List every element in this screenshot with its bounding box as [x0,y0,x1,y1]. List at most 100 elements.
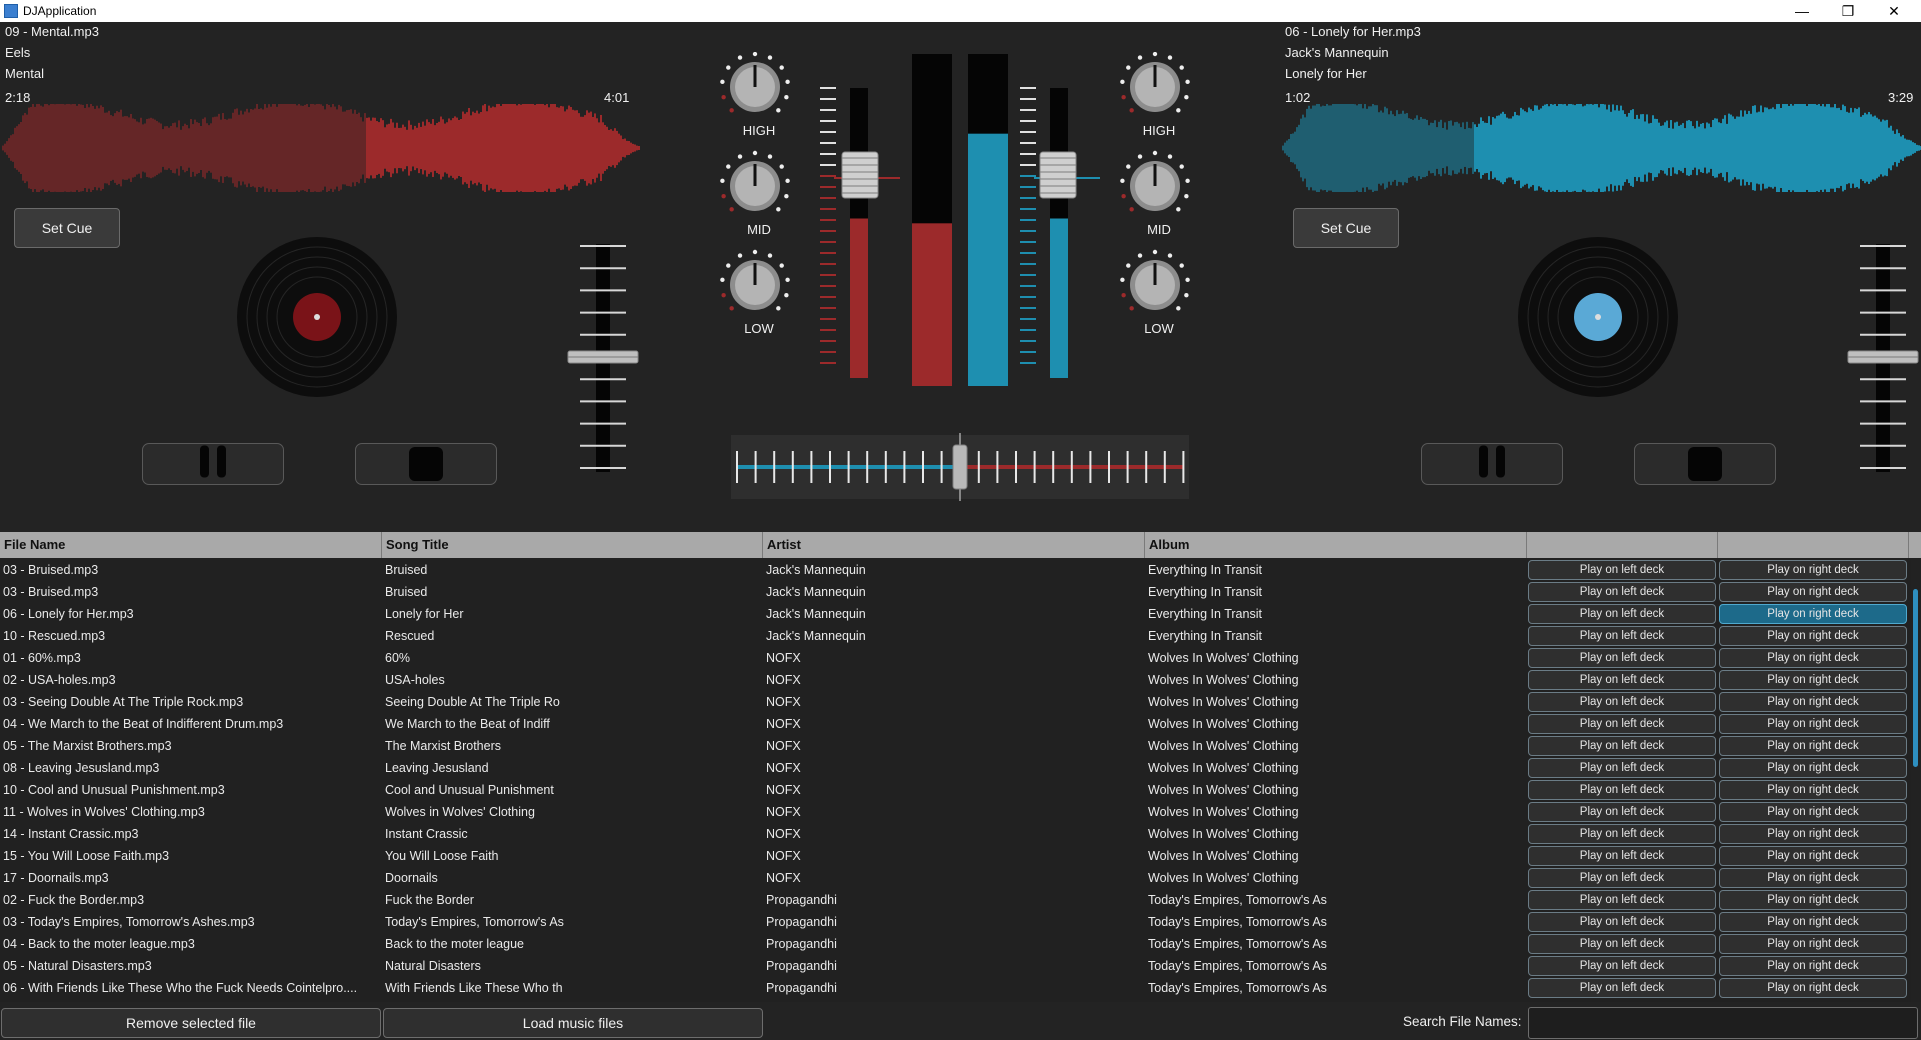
play-on-left-deck-button[interactable]: Play on left deck [1528,824,1716,844]
channel-faders-and-meters[interactable] [810,52,1110,397]
table-row[interactable]: 04 - Back to the moter league.mp3 Back to… [0,933,1910,955]
cell-song-title: Instant Crassic [385,827,468,841]
table-row[interactable]: 08 - Leaving Jesusland.mp3 Leaving Jesusl… [0,757,1910,779]
left-eq-knobs[interactable] [715,52,795,332]
play-on-right-deck-button[interactable]: Play on right deck [1719,934,1907,954]
right-stop-button[interactable] [1634,443,1776,485]
load-music-files-button[interactable]: Load music files [383,1008,763,1038]
play-on-left-deck-button[interactable]: Play on left deck [1528,978,1716,998]
column-header-artist[interactable]: Artist [763,532,1145,558]
table-row[interactable]: 10 - Cool and Unusual Punishment.mp3 Cool… [0,779,1910,801]
left-pause-button[interactable] [142,443,284,485]
minimize-button[interactable]: — [1779,1,1825,21]
play-on-left-deck-button[interactable]: Play on left deck [1528,648,1716,668]
play-on-left-deck-button[interactable]: Play on left deck [1528,626,1716,646]
play-on-left-deck-button[interactable]: Play on left deck [1528,912,1716,932]
table-row[interactable]: 05 - The Marxist Brothers.mp3 The Marxist… [0,735,1910,757]
right-pitch-slider[interactable] [1846,240,1920,476]
play-on-right-deck-button[interactable]: Play on right deck [1719,560,1907,580]
column-header-right-deck[interactable] [1718,532,1909,558]
table-row[interactable]: 03 - Bruised.mp3 Bruised Jack's Mannequin E… [0,581,1910,603]
remove-selected-file-button[interactable]: Remove selected file [1,1008,381,1038]
left-stop-button[interactable] [355,443,497,485]
column-header-song-title[interactable]: Song Title [382,532,763,558]
play-on-right-deck-button[interactable]: Play on right deck [1719,912,1907,932]
table-row[interactable]: 15 - You Will Loose Faith.mp3 You Will Lo… [0,845,1910,867]
table-row[interactable]: 10 - Rescued.mp3 Rescued Jack's Mannequin E… [0,625,1910,647]
play-on-left-deck-button[interactable]: Play on left deck [1528,560,1716,580]
play-on-right-deck-button[interactable]: Play on right deck [1719,692,1907,712]
table-row[interactable]: 02 - Fuck the Border.mp3 Fuck the Border P… [0,889,1910,911]
search-file-names-input[interactable] [1528,1007,1918,1039]
table-row[interactable]: 06 - Lonely for Her.mp3 Lonely for Her Jac… [0,603,1910,625]
play-on-left-deck-button[interactable]: Play on left deck [1528,692,1716,712]
play-on-right-deck-button[interactable]: Play on right deck [1719,582,1907,602]
pause-icon [1475,445,1509,483]
crossfader[interactable] [731,433,1189,501]
cell-album: Wolves In Wolves' Clothing [1148,739,1299,753]
table-row[interactable]: 11 - Wolves in Wolves' Clothing.mp3 Wolve… [0,801,1910,823]
play-on-right-deck-button[interactable]: Play on right deck [1719,714,1907,734]
play-on-left-deck-button[interactable]: Play on left deck [1528,714,1716,734]
table-row[interactable]: 03 - Bruised.mp3 Bruised Jack's Mannequin E… [0,559,1910,581]
play-on-right-deck-button[interactable]: Play on right deck [1719,648,1907,668]
left-set-cue-button[interactable]: Set Cue [14,208,120,248]
play-on-left-deck-button[interactable]: Play on left deck [1528,780,1716,800]
play-on-right-deck-button[interactable]: Play on right deck [1719,868,1907,888]
table-row[interactable]: 06 - With Friends Like These Who the Fuc… [0,977,1910,999]
right-vinyl-turntable[interactable] [1516,235,1680,399]
cell-file-name: 17 - Doornails.mp3 [3,871,109,885]
play-on-right-deck-button[interactable]: Play on right deck [1719,846,1907,866]
play-on-left-deck-button[interactable]: Play on left deck [1528,582,1716,602]
table-row[interactable]: 02 - USA-holes.mp3 USA-holes NOFX Wolves In… [0,669,1910,691]
play-on-left-deck-button[interactable]: Play on left deck [1528,934,1716,954]
right-set-cue-button[interactable]: Set Cue [1293,208,1399,248]
play-on-right-deck-button[interactable]: Play on right deck [1719,604,1907,624]
play-on-right-deck-button[interactable]: Play on right deck [1719,758,1907,778]
play-on-left-deck-button[interactable]: Play on left deck [1528,956,1716,976]
cell-file-name: 03 - Seeing Double At The Triple Rock.mp… [3,695,244,709]
play-on-right-deck-button[interactable]: Play on right deck [1719,670,1907,690]
column-header-album[interactable]: Album [1145,532,1527,558]
play-on-left-deck-button[interactable]: Play on left deck [1528,604,1716,624]
column-header-file-name[interactable]: File Name [0,532,382,558]
left-vinyl-turntable[interactable] [235,235,399,399]
table-row[interactable]: 01 - 60%.mp3 60% NOFX Wolves In Wolves' Clo… [0,647,1910,669]
cell-file-name: 06 - With Friends Like These Who the Fuc… [3,981,358,995]
table-scrollbar[interactable] [1911,559,1921,1002]
play-on-right-deck-button[interactable]: Play on right deck [1719,736,1907,756]
play-on-left-deck-button[interactable]: Play on left deck [1528,868,1716,888]
cell-artist: Jack's Mannequin [766,563,866,577]
play-on-right-deck-button[interactable]: Play on right deck [1719,780,1907,800]
play-on-left-deck-button[interactable]: Play on left deck [1528,890,1716,910]
scrollbar-thumb[interactable] [1913,589,1918,767]
table-row[interactable]: 14 - Instant Crassic.mp3 Instant Crassic N… [0,823,1910,845]
cell-artist: Propagandhi [766,981,837,995]
close-button[interactable]: ✕ [1871,1,1917,21]
cell-song-title: USA-holes [385,673,445,687]
play-on-right-deck-button[interactable]: Play on right deck [1719,956,1907,976]
right-pause-button[interactable] [1421,443,1563,485]
play-on-right-deck-button[interactable]: Play on right deck [1719,978,1907,998]
play-on-left-deck-button[interactable]: Play on left deck [1528,736,1716,756]
table-row[interactable]: 03 - Seeing Double At The Triple Rock.mp… [0,691,1910,713]
right-eq-knobs[interactable] [1115,52,1195,332]
play-on-left-deck-button[interactable]: Play on left deck [1528,670,1716,690]
play-on-right-deck-button[interactable]: Play on right deck [1719,626,1907,646]
left-waveform[interactable] [0,104,640,192]
play-on-right-deck-button[interactable]: Play on right deck [1719,802,1907,822]
right-waveform[interactable] [1280,104,1921,192]
table-row[interactable]: 03 - Today's Empires, Tomorrow's Ashes.m… [0,911,1910,933]
cell-album: Today's Empires, Tomorrow's As [1148,959,1327,973]
play-on-right-deck-button[interactable]: Play on right deck [1719,824,1907,844]
play-on-left-deck-button[interactable]: Play on left deck [1528,802,1716,822]
restore-button[interactable]: ❐ [1825,1,1871,21]
play-on-left-deck-button[interactable]: Play on left deck [1528,846,1716,866]
column-header-left-deck[interactable] [1527,532,1718,558]
table-row[interactable]: 17 - Doornails.mp3 Doornails NOFX Wolves In… [0,867,1910,889]
left-pitch-slider[interactable] [566,240,640,476]
table-row[interactable]: 05 - Natural Disasters.mp3 Natural Disast… [0,955,1910,977]
play-on-right-deck-button[interactable]: Play on right deck [1719,890,1907,910]
play-on-left-deck-button[interactable]: Play on left deck [1528,758,1716,778]
table-row[interactable]: 04 - We March to the Beat of Indifferent… [0,713,1910,735]
